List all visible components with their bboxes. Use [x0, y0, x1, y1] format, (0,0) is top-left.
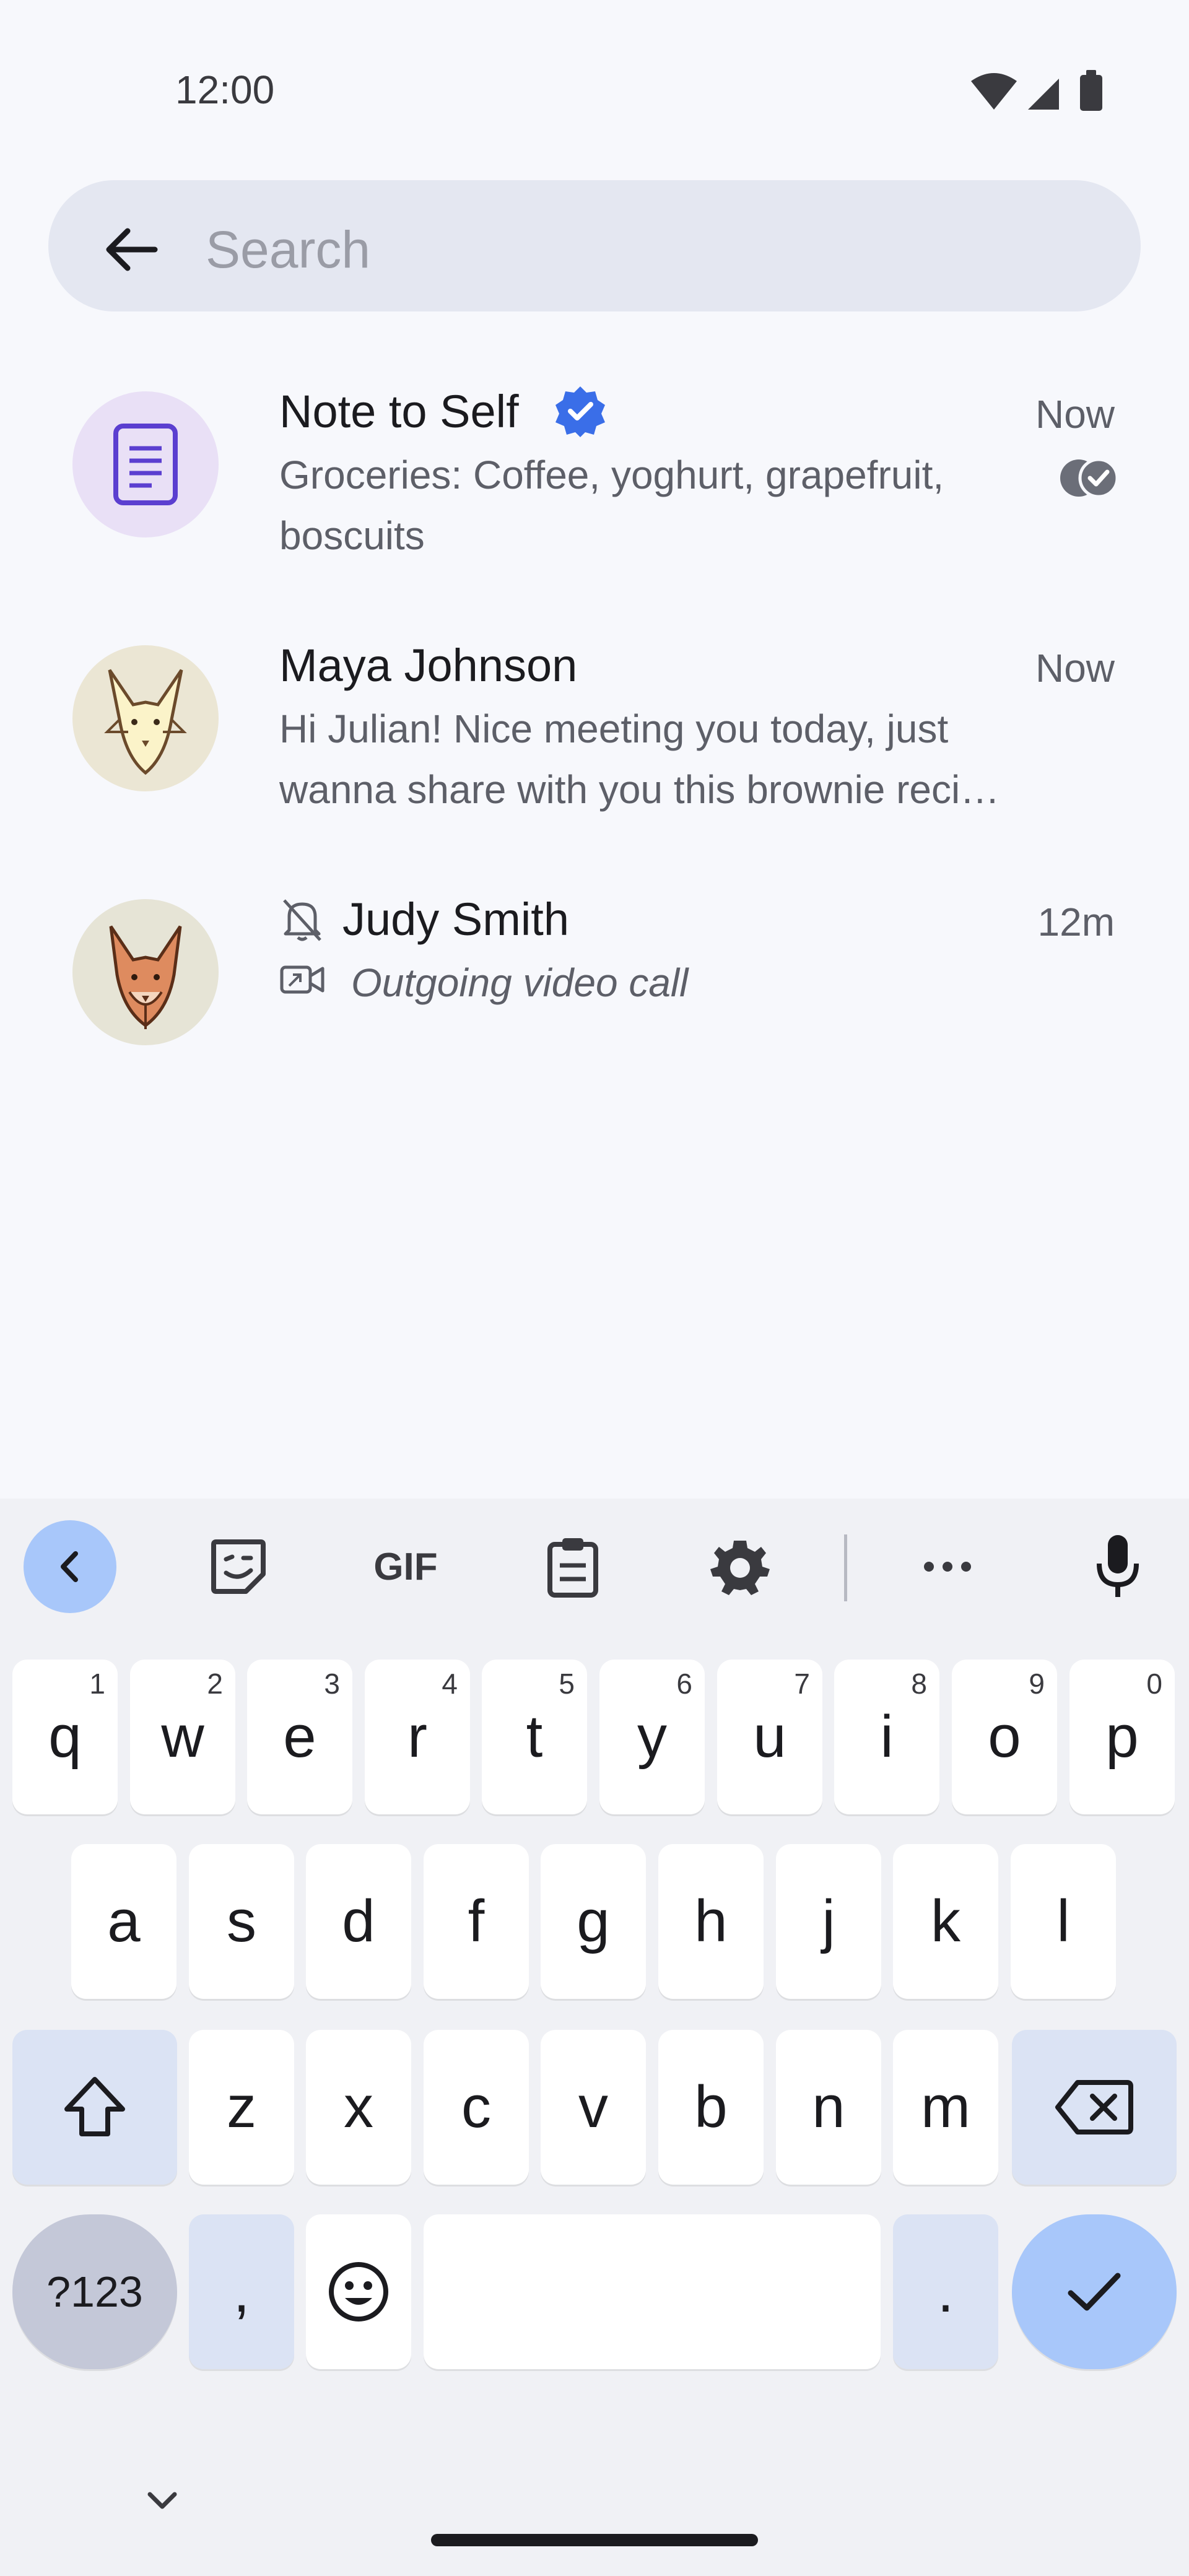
microphone-button[interactable]	[1081, 1530, 1155, 1604]
shift-key[interactable]	[12, 2030, 177, 2185]
space-key[interactable]	[424, 2214, 881, 2369]
key-s[interactable]: s	[189, 1844, 294, 1999]
more-icon	[924, 1562, 971, 1572]
sticker-button[interactable]	[201, 1530, 276, 1604]
conversation-time: 12m	[1037, 900, 1115, 944]
conversation-item[interactable]: Note to Self Now Groceries: Coffee, yogh…	[0, 365, 1189, 619]
more-button[interactable]	[910, 1530, 985, 1604]
period-key[interactable]: .	[893, 2214, 998, 2369]
fox-avatar-icon	[104, 669, 187, 775]
backspace-icon	[1055, 2080, 1133, 2134]
verified-badge-icon	[555, 386, 605, 437]
conversation-preview: Outgoing video call	[351, 960, 689, 1005]
enter-key[interactable]	[1012, 2214, 1177, 2369]
key-k[interactable]: k	[893, 1844, 998, 1999]
key-t[interactable]: t5	[482, 1660, 587, 1814]
chevron-left-icon	[61, 1551, 78, 1582]
conversation-time: Now	[1035, 646, 1115, 690]
key-h[interactable]: h	[658, 1844, 764, 1999]
muted-bell-icon	[283, 899, 321, 941]
status-time: 12:00	[175, 67, 275, 112]
key-f[interactable]: f	[424, 1844, 529, 1999]
battery-icon	[1080, 75, 1102, 111]
gif-button[interactable]: GIF	[368, 1530, 443, 1604]
sticker-icon	[211, 1539, 266, 1594]
key-q[interactable]: q1	[12, 1660, 118, 1814]
read-receipt-icon	[1060, 458, 1118, 498]
key-w[interactable]: w2	[130, 1660, 235, 1814]
emoji-key[interactable]	[306, 2214, 411, 2369]
wifi-icon	[971, 73, 1017, 110]
shift-icon	[64, 2077, 125, 2136]
key-v[interactable]: v	[541, 2030, 646, 2185]
signal-icon	[1028, 79, 1059, 110]
backspace-key[interactable]	[1012, 2030, 1177, 2185]
conversation-name: Note to Self	[279, 386, 519, 437]
conversation-name: Judy Smith	[342, 894, 570, 945]
clipboard-button[interactable]	[536, 1530, 610, 1604]
key-l[interactable]: l	[1011, 1844, 1116, 1999]
gesture-nav-handle[interactable]	[431, 2534, 758, 2546]
status-icons	[971, 70, 1102, 111]
key-a[interactable]: a	[71, 1844, 176, 1999]
clipboard-icon	[547, 1538, 598, 1598]
emoji-icon	[329, 2262, 388, 2321]
conversation-preview: Hi Julian! Nice meeting you today, just …	[279, 707, 1000, 812]
avatar	[72, 899, 219, 1045]
key-u[interactable]: u7	[717, 1660, 822, 1814]
key-o[interactable]: o9	[952, 1660, 1057, 1814]
checkmark-icon	[1068, 2273, 1121, 2311]
conversation-item[interactable]: Maya Johnson Now Hi Julian! Nice meeting…	[0, 619, 1189, 873]
key-x[interactable]: x	[306, 2030, 411, 2185]
back-arrow-icon[interactable]	[93, 211, 171, 289]
video-call-icon	[280, 965, 324, 994]
conversation-item[interactable]: Judy Smith 12m Outgoing video call	[0, 873, 1189, 1127]
settings-button[interactable]	[703, 1530, 777, 1604]
search-input[interactable]	[206, 211, 1104, 289]
conversation-name: Maya Johnson	[279, 640, 578, 691]
key-z[interactable]: z	[189, 2030, 294, 2185]
key-d[interactable]: d	[306, 1844, 411, 1999]
document-icon	[113, 424, 178, 505]
key-e[interactable]: e3	[247, 1660, 352, 1814]
symbols-key[interactable]: ?123	[12, 2214, 177, 2369]
key-m[interactable]: m	[893, 2030, 998, 2185]
avatar	[72, 391, 219, 537]
key-c[interactable]: c	[424, 2030, 529, 2185]
avatar	[72, 645, 219, 791]
key-y[interactable]: y6	[599, 1660, 705, 1814]
key-n[interactable]: n	[776, 2030, 881, 2185]
microphone-icon	[1097, 1535, 1139, 1597]
key-p[interactable]: p0	[1069, 1660, 1175, 1814]
toolbar-divider	[844, 1534, 847, 1601]
fox-avatar-icon	[109, 925, 182, 1029]
conversation-time: Now	[1035, 392, 1115, 437]
key-j[interactable]: j	[776, 1844, 881, 1999]
key-i[interactable]: i8	[834, 1660, 939, 1814]
conversation-preview: Groceries: Coffee, yoghurt, grapefruit, …	[279, 453, 944, 558]
gear-icon	[710, 1541, 770, 1595]
comma-key[interactable]: ,	[189, 2214, 294, 2369]
collapse-toolbar-button[interactable]	[24, 1520, 116, 1613]
hide-keyboard-icon[interactable]	[144, 2488, 181, 2513]
key-g[interactable]: g	[541, 1844, 646, 1999]
key-r[interactable]: r4	[365, 1660, 470, 1814]
key-b[interactable]: b	[658, 2030, 764, 2185]
